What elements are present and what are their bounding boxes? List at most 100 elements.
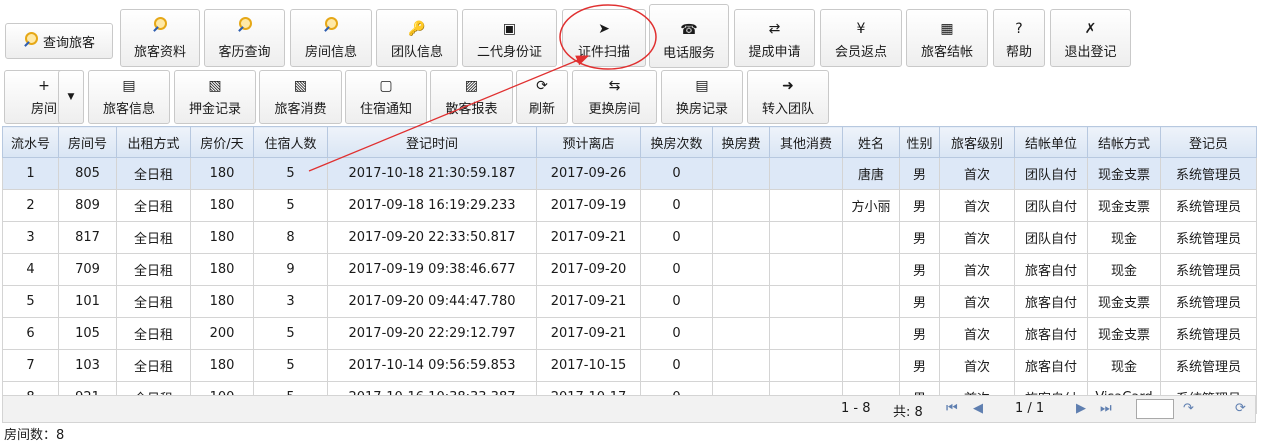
- button-label: 会员返点: [834, 45, 887, 60]
- tb1-button-key[interactable]: 🔑 团队信息: [376, 9, 458, 67]
- column-header[interactable]: 换房次数: [640, 126, 713, 158]
- tb1-button-id-card[interactable]: ▣ 二代身份证: [462, 9, 557, 67]
- search-icon: [23, 31, 39, 51]
- table-cell: 全日租: [116, 285, 191, 318]
- table-cell: 全日租: [116, 253, 191, 286]
- column-header[interactable]: 流水号: [2, 126, 59, 158]
- table-row[interactable]: 4 709 全日租 180 9 2017-09-19 09:38:46.677 2017-0…: [2, 253, 1257, 286]
- tb1-button-search[interactable]: 旅客资料: [120, 9, 200, 67]
- table-cell: [842, 253, 900, 286]
- column-header[interactable]: 旅客级别: [939, 126, 1015, 158]
- prev-page-icon[interactable]: ◀: [973, 401, 983, 416]
- button-label: 房间: [30, 102, 57, 117]
- tb2-button-consumption[interactable]: ▧ 旅客消费: [259, 70, 342, 124]
- table-row[interactable]: 1 805 全日租 180 5 2017-10-18 21:30:59.187 2017-0…: [2, 157, 1257, 190]
- table-cell: 2017-10-14 09:56:59.853: [327, 349, 537, 382]
- tb2-button-refresh[interactable]: ⟳ 刷新: [516, 70, 568, 124]
- chevron-down-icon: ▼: [67, 92, 75, 102]
- table-cell: 5: [253, 317, 328, 350]
- table-cell: 全日租: [116, 349, 191, 382]
- tb1-button-phone[interactable]: ☎ 电话服务: [649, 4, 729, 68]
- next-page-icon[interactable]: ▶: [1076, 401, 1086, 416]
- table-cell: 3: [2, 221, 59, 254]
- table-cell: 180: [190, 221, 254, 254]
- tb1-button-search[interactable]: 客历查询: [204, 9, 285, 67]
- table-cell: 3: [253, 285, 328, 318]
- yen-icon: ¥: [856, 21, 866, 37]
- table-cell: 现金支票: [1087, 317, 1161, 350]
- column-header[interactable]: 登记员: [1160, 126, 1257, 158]
- table-cell: 旅客自付: [1014, 253, 1088, 286]
- column-header[interactable]: 换房费: [712, 126, 770, 158]
- column-header[interactable]: 登记时间: [327, 126, 537, 158]
- tb2-button-report[interactable]: ▨ 散客报表: [430, 70, 513, 124]
- table-cell: 2017-09-19 09:38:46.677: [327, 253, 537, 286]
- table-cell: 180: [190, 189, 254, 222]
- tb1-button-search[interactable]: 查询旅客: [5, 23, 113, 59]
- table-cell: 2017-09-20 09:44:47.780: [327, 285, 537, 318]
- table-cell: 系统管理员: [1160, 221, 1257, 254]
- first-page-icon[interactable]: ⏮: [946, 401, 958, 416]
- room-dropdown-button[interactable]: ▼: [58, 70, 84, 124]
- table-cell: [712, 317, 770, 350]
- table-cell: 团队自付: [1014, 157, 1088, 190]
- column-header[interactable]: 姓名: [842, 126, 900, 158]
- table-cell: 2017-09-21: [536, 221, 641, 254]
- tb2-button-notice[interactable]: ▢ 住宿通知: [345, 70, 427, 124]
- table-cell: 1: [2, 157, 59, 190]
- table-cell: 180: [190, 349, 254, 382]
- column-header[interactable]: 其他消费: [769, 126, 843, 158]
- table-cell: 首次: [939, 253, 1015, 286]
- table-cell: 2017-09-21: [536, 317, 641, 350]
- table-row[interactable]: 2 809 全日租 180 5 2017-09-18 16:19:29.233 2017-0…: [2, 189, 1257, 222]
- table-cell: 首次: [939, 285, 1015, 318]
- page-number-input[interactable]: [1136, 399, 1174, 419]
- tb1-button-calculator[interactable]: ▦ 旅客结帐: [906, 9, 988, 67]
- tb1-button-yen[interactable]: ¥ 会员返点: [820, 9, 902, 67]
- tb2-button-deposit[interactable]: ▧ 押金记录: [174, 70, 256, 124]
- table-cell: 旅客自付: [1014, 349, 1088, 382]
- tb1-button-help[interactable]: ? 帮助: [993, 9, 1045, 67]
- tb1-button-commission[interactable]: ⇄ 提成申请: [734, 9, 815, 67]
- last-page-icon[interactable]: ⏭: [1100, 401, 1112, 416]
- tb2-button-transfer[interactable]: ➜ 转入团队: [747, 70, 829, 124]
- tb2-button-change-room[interactable]: ⇆ 更换房间: [572, 70, 657, 124]
- button-label: 旅客消费: [274, 102, 327, 117]
- column-header[interactable]: 结帐单位: [1014, 126, 1088, 158]
- column-header[interactable]: 预计离店: [536, 126, 641, 158]
- table-cell: 团队自付: [1014, 221, 1088, 254]
- tb1-button-search[interactable]: 房间信息: [290, 9, 372, 67]
- search-icon: [323, 17, 339, 37]
- reload-icon[interactable]: ⟳: [1235, 401, 1246, 416]
- table-row[interactable]: 3 817 全日租 180 8 2017-09-20 22:33:50.817 2017-0…: [2, 221, 1257, 254]
- table-cell: [769, 285, 843, 318]
- column-header[interactable]: 性别: [899, 126, 940, 158]
- table-cell: [712, 189, 770, 222]
- table-cell: 系统管理员: [1160, 253, 1257, 286]
- report-icon: ▨: [464, 78, 479, 94]
- table-cell: 2017-09-18 16:19:29.233: [327, 189, 537, 222]
- tb1-button-exit[interactable]: ✗ 退出登记: [1050, 9, 1131, 67]
- room-count: 房间数：8: [4, 428, 65, 443]
- table-cell: [712, 349, 770, 382]
- column-header[interactable]: 房间号: [58, 126, 117, 158]
- go-page-icon[interactable]: ↷: [1183, 401, 1194, 416]
- tb2-button-room-log[interactable]: ▤ 换房记录: [661, 70, 743, 124]
- table-cell: [769, 253, 843, 286]
- table-row[interactable]: 7 103 全日租 180 5 2017-10-14 09:56:59.853 2017-1…: [2, 349, 1257, 382]
- table-row[interactable]: 6 105 全日租 200 5 2017-09-20 22:29:12.797 2017-0…: [2, 317, 1257, 350]
- table-cell: 现金: [1087, 221, 1161, 254]
- table-cell: 809: [58, 189, 117, 222]
- column-header[interactable]: 住宿人数: [253, 126, 328, 158]
- column-header[interactable]: 房价/天: [190, 126, 254, 158]
- table-row[interactable]: 5 101 全日租 180 3 2017-09-20 09:44:47.780 2017-0…: [2, 285, 1257, 318]
- consumption-icon: ▧: [293, 78, 308, 94]
- table-cell: [712, 285, 770, 318]
- column-header[interactable]: 结帐方式: [1087, 126, 1161, 158]
- table-cell: [769, 221, 843, 254]
- column-header[interactable]: 出租方式: [116, 126, 191, 158]
- tb2-button-guest-info[interactable]: ▤ 旅客信息: [88, 70, 170, 124]
- table-cell: 现金支票: [1087, 189, 1161, 222]
- button-label: 转入团队: [761, 102, 814, 117]
- tb1-button-scanner[interactable]: ➤ 证件扫描: [562, 9, 646, 67]
